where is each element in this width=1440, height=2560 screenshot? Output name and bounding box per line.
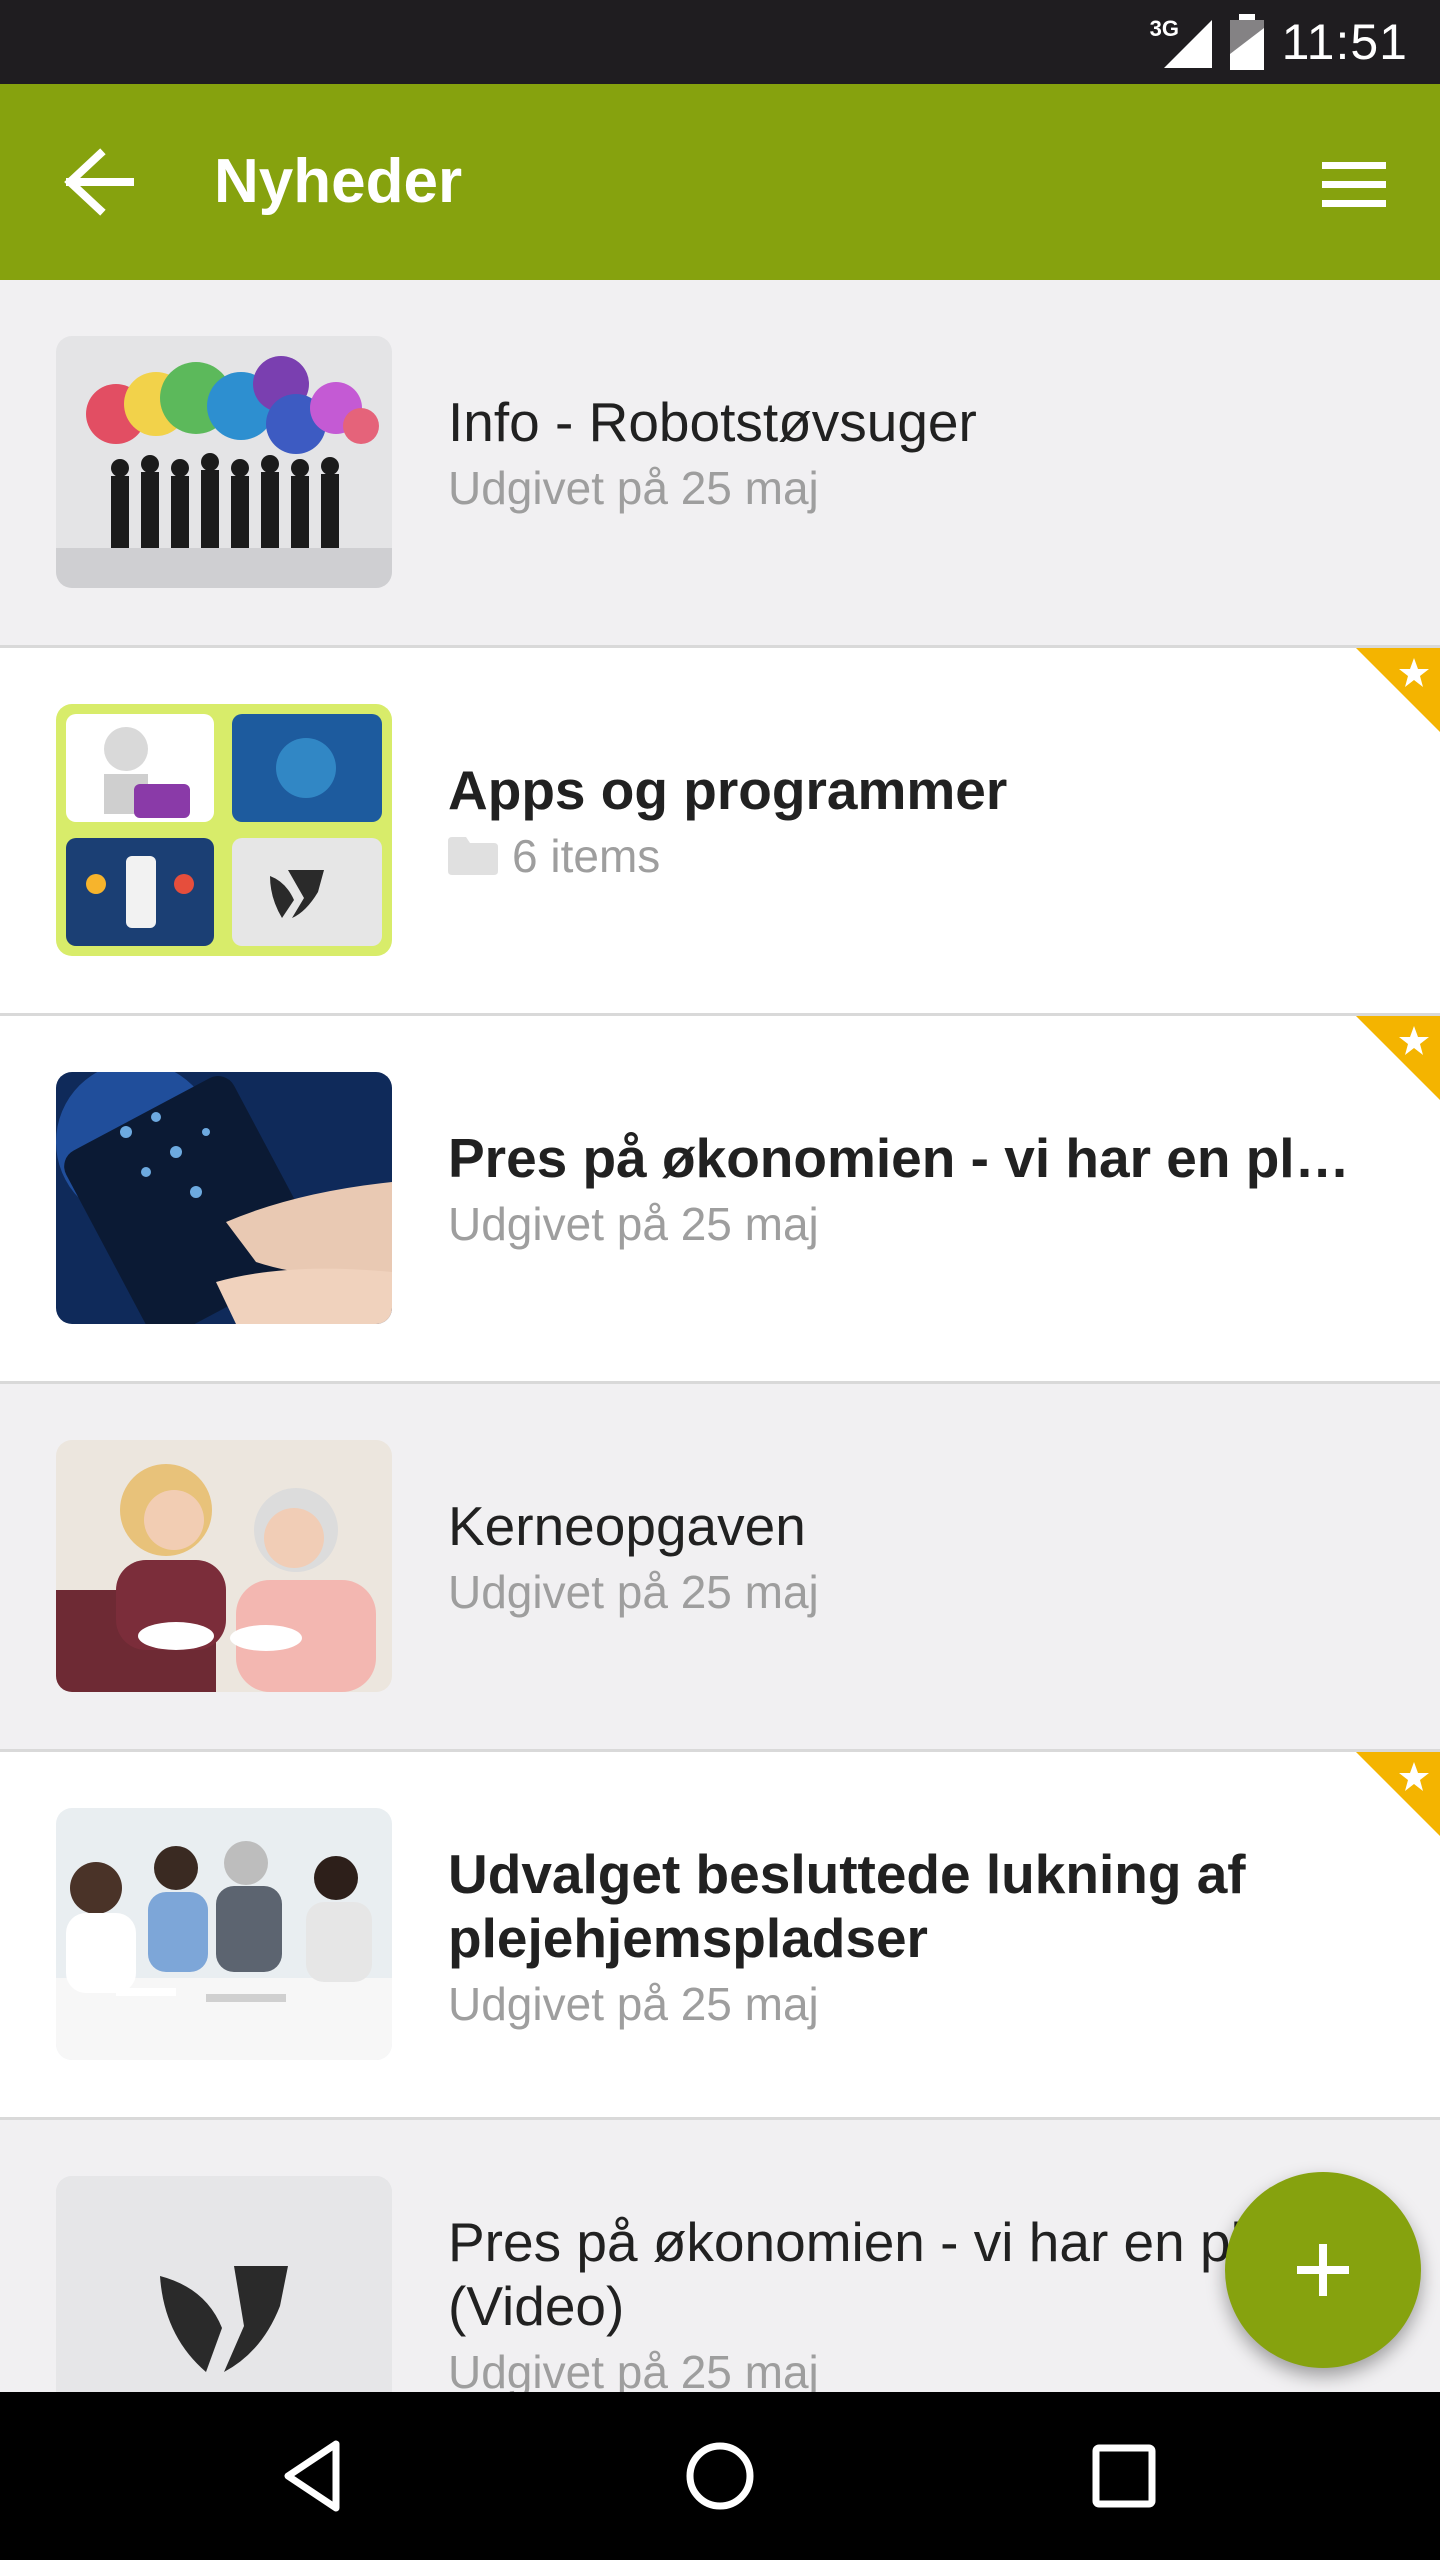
star-badge-icon	[1356, 1752, 1440, 1836]
news-thumbnail	[56, 1072, 392, 1324]
signal-icon	[1163, 20, 1212, 68]
network-indicator: 3G	[1150, 16, 1212, 68]
nav-recents-button[interactable]	[1078, 2430, 1170, 2522]
menu-button[interactable]	[1310, 154, 1390, 214]
meeting-image	[56, 1808, 392, 2060]
list-item[interactable]: Kerneopgaven Udgivet på 25 maj	[0, 1384, 1440, 1752]
app-bar: Nyheder	[0, 84, 1440, 280]
back-button[interactable]	[60, 146, 140, 218]
news-title: Kerneopgaven	[448, 1495, 806, 1557]
folder-count: 6 items	[448, 828, 1374, 884]
news-date: Udgivet på 25 maj	[448, 1978, 819, 2030]
battery-icon	[1229, 14, 1264, 70]
news-date: Udgivet på 25 maj	[448, 1198, 819, 1250]
tablet-hands-image	[56, 1072, 392, 1324]
page-title: Nyheder	[214, 147, 463, 216]
nav-recents-icon	[1092, 2444, 1156, 2508]
plus-icon	[1297, 2244, 1349, 2296]
news-thumbnail	[56, 336, 392, 588]
list-item[interactable]: Apps og programmer 6 items	[0, 648, 1440, 1016]
news-title: Udvalget besluttede lukning af plejehjem…	[448, 1843, 1246, 1969]
add-button[interactable]	[1225, 2172, 1421, 2368]
women-with-coffee-image	[56, 1440, 392, 1692]
news-thumbnail	[56, 1440, 392, 1692]
list-item[interactable]: Udvalget besluttede lukning af plejehjem…	[0, 1752, 1440, 2120]
nav-back-icon	[284, 2440, 340, 2512]
list-item-text: Kerneopgaven Udgivet på 25 maj	[448, 1494, 1374, 1620]
folder-icon	[448, 837, 498, 875]
hamburger-menu-icon	[1322, 162, 1386, 207]
star-badge-icon	[1356, 1016, 1440, 1100]
brand-leaf-logo-icon	[56, 2176, 392, 2392]
nav-back-button[interactable]	[270, 2430, 362, 2522]
list-item[interactable]: Pres på økonomien - vi har en plan (Vide…	[0, 2120, 1440, 2392]
nav-home-button[interactable]	[674, 2430, 766, 2522]
arrow-back-icon	[64, 148, 134, 216]
news-title: Info - Robotstøvsuger	[448, 391, 977, 453]
list-item-text: Udvalget besluttede lukning af plejehjem…	[448, 1842, 1374, 2032]
status-bar: 3G 11:51	[0, 0, 1440, 84]
list-item-text: Pres på økonomien - vi har en plan… Udgi…	[448, 1126, 1374, 1252]
folder-thumbnail	[56, 704, 392, 956]
system-nav-bar	[0, 2392, 1440, 2560]
news-thumbnail	[56, 2176, 392, 2392]
nav-home-icon	[686, 2442, 754, 2510]
speech-bubbles-people-image	[56, 336, 392, 588]
list-item-text: Info - Robotstøvsuger Udgivet på 25 maj	[448, 390, 1374, 516]
list-item[interactable]: Info - Robotstøvsuger Udgivet på 25 maj	[0, 280, 1440, 648]
list-item[interactable]: Pres på økonomien - vi har en plan… Udgi…	[0, 1016, 1440, 1384]
news-date: Udgivet på 25 maj	[448, 462, 819, 514]
news-title: Pres på økonomien - vi har en plan…	[448, 1127, 1374, 1189]
news-list: Info - Robotstøvsuger Udgivet på 25 maj	[0, 280, 1440, 2392]
star-badge-icon	[1356, 648, 1440, 732]
news-date: Udgivet på 25 maj	[448, 1566, 819, 1618]
list-item-text: Apps og programmer 6 items	[448, 758, 1374, 884]
news-title: Apps og programmer	[448, 759, 1008, 821]
apps-collage-image	[56, 704, 392, 956]
news-thumbnail	[56, 1808, 392, 2060]
clock: 11:51	[1281, 14, 1408, 70]
